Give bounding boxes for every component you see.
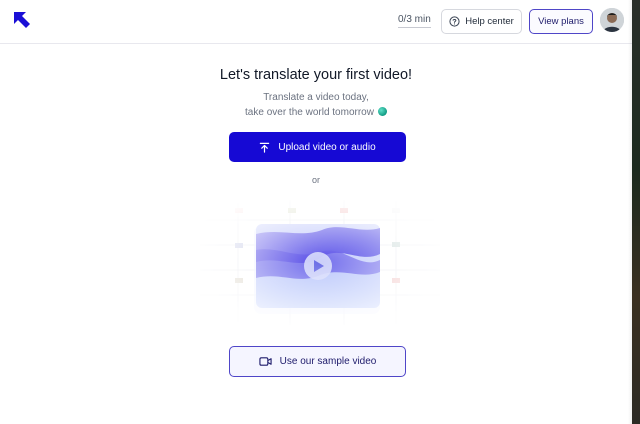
video-camera-icon [259, 357, 272, 366]
avatar[interactable] [600, 8, 624, 32]
subtitle-line-2: take over the world tomorrow [245, 107, 374, 118]
subtitle-line-1: Translate a video today, [263, 92, 369, 103]
logo-icon[interactable] [12, 10, 32, 30]
sample-video-label: Use our sample video [279, 356, 377, 367]
sample-video-button[interactable]: Use our sample video [229, 346, 406, 377]
question-circle-icon [449, 16, 460, 27]
globe-icon [377, 107, 387, 116]
subtitle-line-2-wrap: take over the world tomorrow [0, 105, 632, 120]
usage-counter: 0/3 min [398, 14, 431, 28]
view-plans-label: View plans [538, 16, 584, 27]
page-subtitle: Translate a video today, take over the w… [0, 90, 632, 120]
or-divider: or [311, 175, 320, 185]
view-plans-button[interactable]: View plans [529, 9, 593, 34]
page-title: Let's translate your first video! [219, 67, 413, 83]
upload-video-button[interactable]: Upload video or audio [229, 132, 406, 162]
desktop-background-strip [632, 0, 640, 424]
video-illustration [200, 200, 440, 325]
user-avatar-icon [600, 8, 624, 32]
help-center-button[interactable]: Help center [441, 9, 522, 34]
app-window: 0/3 min Help center View plans Let's tra… [0, 0, 632, 424]
upload-arrow-icon [260, 142, 270, 153]
help-center-label: Help center [465, 16, 514, 27]
top-bar: 0/3 min Help center View plans [0, 0, 632, 44]
upload-video-label: Upload video or audio [278, 141, 376, 153]
